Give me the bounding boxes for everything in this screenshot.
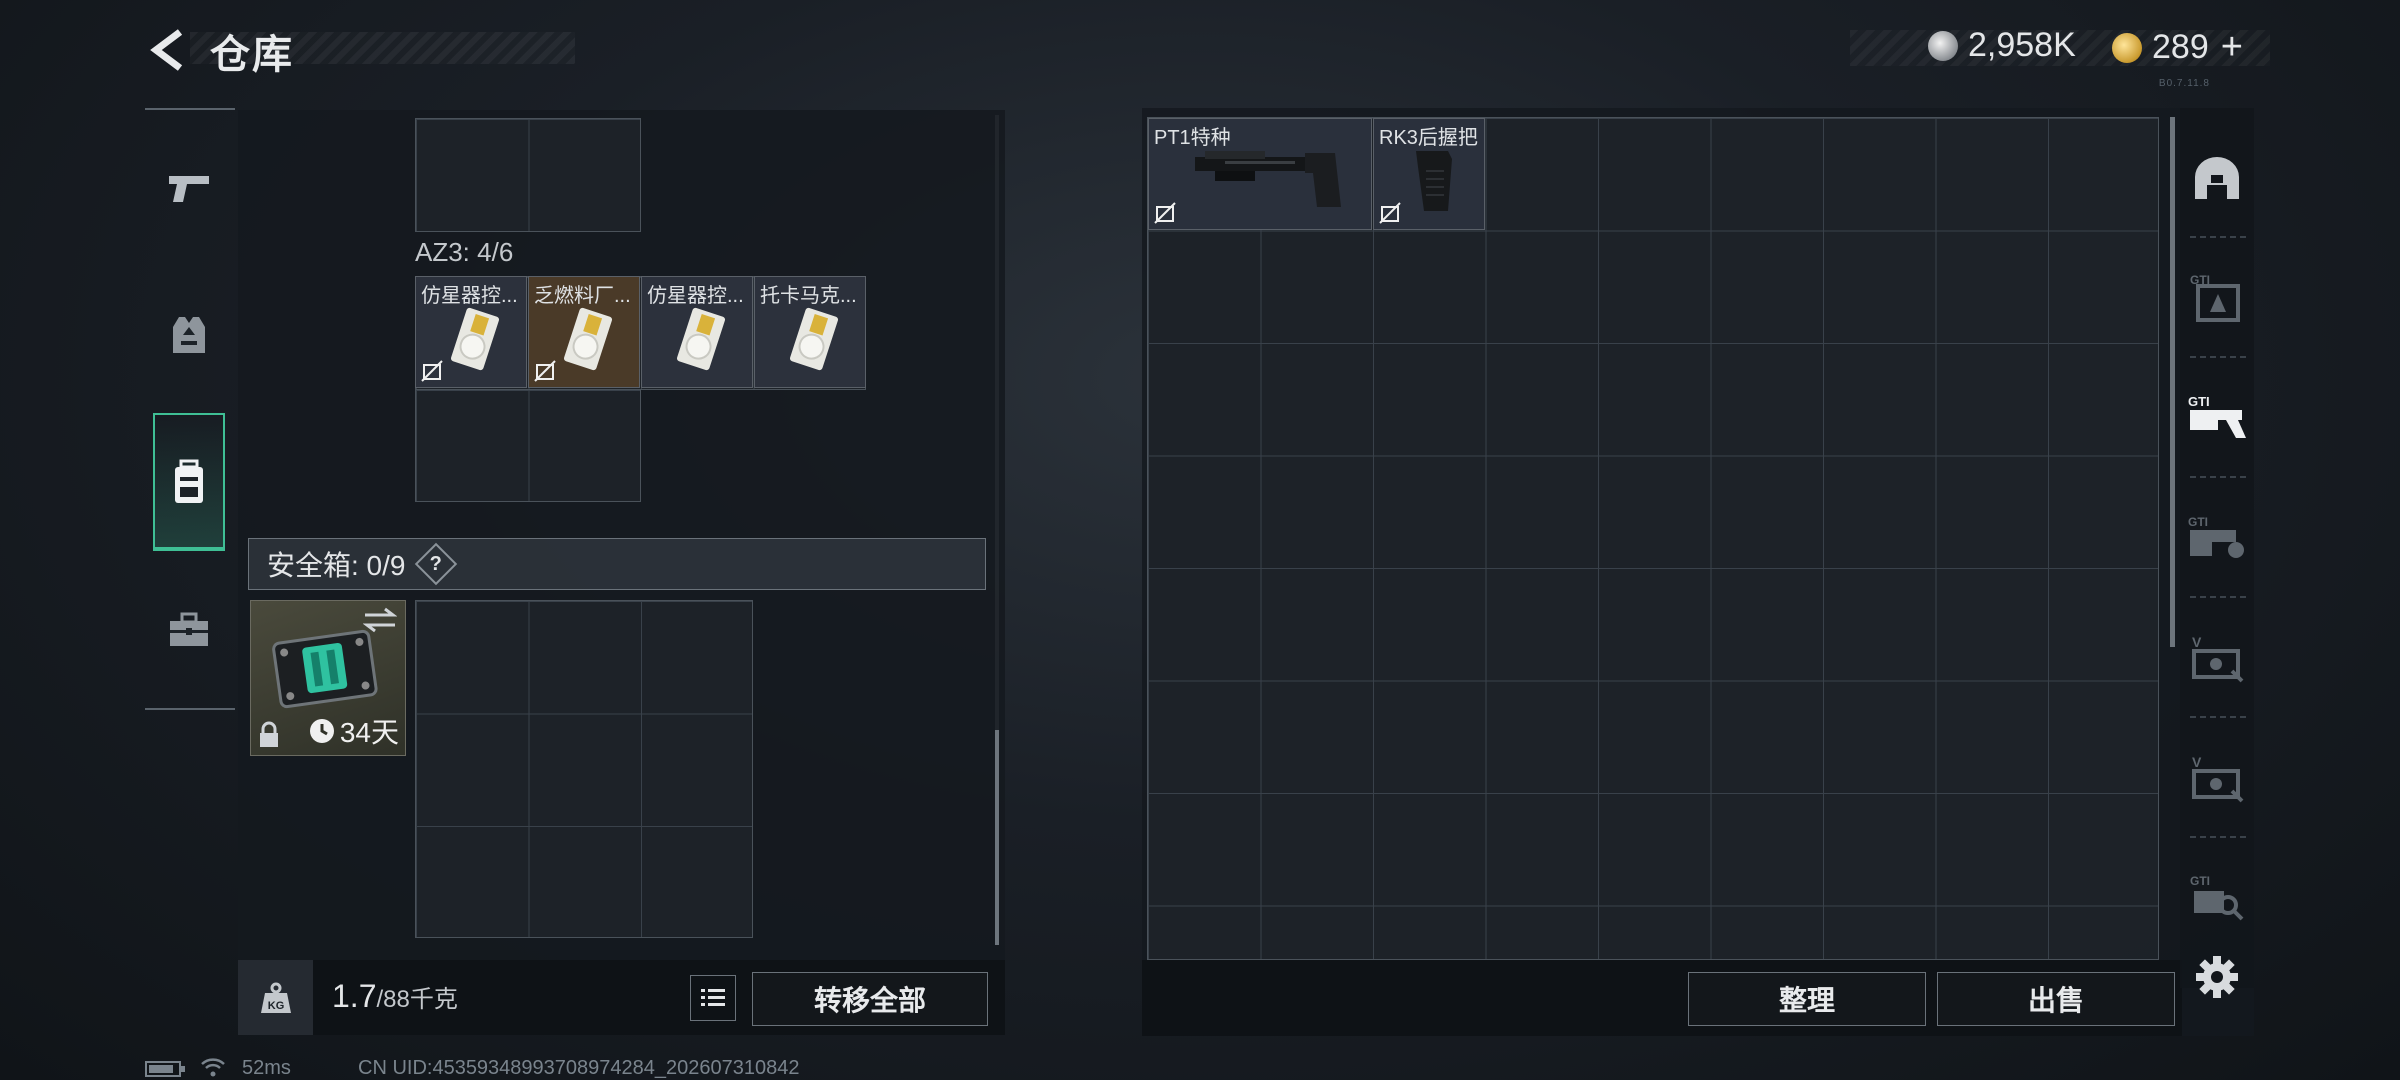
nav-case[interactable] [153, 580, 225, 680]
safe-box-duration: 34天 [308, 711, 399, 751]
rifle-stock-icon [1195, 151, 1341, 207]
gold-currency: 289 + [2112, 26, 2243, 69]
nav-weapons[interactable] [153, 138, 225, 238]
svg-text:GTI: GTI [2188, 515, 2208, 529]
weight-icon: KG [260, 982, 291, 1013]
safe-box-item[interactable]: 34天 [250, 600, 406, 756]
gti-ammo-icon: GTI [2188, 515, 2244, 558]
v-medical-icon: V [2192, 754, 2244, 803]
silver-amount: 2,958K [1968, 26, 2076, 64]
gold-amount: 289 [2152, 28, 2209, 66]
item-name: RK3后握把 [1379, 127, 1478, 149]
inventory-item-2[interactable]: 乏燃料厂... [528, 276, 640, 388]
keycard-icon [563, 307, 613, 371]
nav-divider-bottom [145, 708, 235, 710]
transfer-all-button[interactable]: 转移全部 [752, 972, 988, 1026]
svg-text:GTI: GTI [2190, 874, 2210, 888]
backpack-icon [175, 459, 203, 503]
vest-icon [173, 317, 205, 353]
gear-icon [2196, 956, 2238, 998]
swap-icon[interactable] [363, 607, 397, 633]
keycard-icon [676, 307, 726, 371]
svg-text:GTI: GTI [2188, 394, 2210, 409]
inventory-scrollbar[interactable] [995, 730, 999, 945]
gold-coin-icon [2112, 32, 2142, 63]
container-capacity-label: AZ3: 4/6 [415, 237, 514, 267]
stash-scrollbar[interactable] [2170, 117, 2175, 647]
add-currency-button[interactable]: + [2221, 26, 2243, 69]
inventory-item-1[interactable]: 仿星器控... [415, 276, 527, 388]
briefcase-icon [170, 612, 208, 646]
filter-v-medical[interactable]: V [2180, 718, 2254, 838]
stash-item-1[interactable]: PT1特种 [1148, 118, 1372, 230]
no-trade-icon [1379, 202, 1401, 224]
weight-max: /88千克 [376, 986, 458, 1013]
keycard-icon [450, 307, 500, 371]
gti-armor-icon: GTI [2190, 273, 2240, 322]
page-title: 仓库 [210, 33, 294, 77]
weight-readout: 1.7/88千克 [332, 978, 458, 1015]
nav-backpack[interactable] [153, 413, 225, 551]
az3-grid-row2[interactable] [415, 389, 641, 502]
silver-coin-icon [1928, 30, 1958, 61]
filter-gti-weapon[interactable]: GTI [2180, 358, 2254, 478]
safe-box-grid[interactable] [415, 600, 753, 938]
weight-current: 1.7 [332, 978, 377, 1014]
clock-icon [309, 719, 334, 743]
v-equipment-icon: V [2192, 634, 2244, 683]
ping-readout: 52ms [242, 1057, 291, 1079]
filter-gti-tools[interactable]: GTI [2180, 838, 2254, 958]
sell-button[interactable]: 出售 [1937, 972, 2175, 1026]
stash-item-2[interactable]: RK3后握把 [1373, 118, 1485, 230]
safe-box-help-button[interactable]: ? [415, 542, 458, 586]
helmet-icon [2195, 157, 2239, 199]
filter-v-equipment[interactable]: V [2180, 598, 2254, 718]
nav-armor[interactable] [153, 285, 225, 385]
container-grid-top[interactable] [415, 118, 641, 232]
safe-box-header: 安全箱: 0/9 ? [248, 538, 986, 590]
wifi-icon [201, 1058, 225, 1077]
list-view-button[interactable] [690, 975, 736, 1021]
settings-button[interactable] [2192, 952, 2242, 1002]
rear-grip-icon [1416, 151, 1452, 211]
battery-icon [145, 1061, 185, 1077]
pistol-icon [169, 176, 209, 202]
back-arrow-icon [150, 29, 183, 71]
svg-text:KG: KG [267, 1000, 284, 1012]
gti-weapon-icon: GTI [2188, 394, 2246, 438]
filter-helmet[interactable] [2180, 118, 2254, 238]
days-left: 34天 [339, 717, 399, 748]
svg-text:V: V [2192, 754, 2202, 770]
keycard-icon [789, 307, 839, 371]
filter-gti-armor[interactable]: GTI [2180, 238, 2254, 358]
no-trade-icon [1154, 202, 1176, 224]
filter-gti-ammo[interactable]: GTI [2180, 478, 2254, 598]
gti-tools-icon: GTI [2190, 874, 2244, 921]
inventory-item-3[interactable]: 仿星器控... [641, 276, 753, 388]
sort-button[interactable]: 整理 [1688, 972, 1926, 1026]
lock-icon [260, 721, 278, 747]
uid-readout: CN UID:45359348993708974284_202607310842 [358, 1057, 800, 1079]
weight-indicator: KG [238, 960, 313, 1035]
safe-box-capacity: 安全箱: 0/9 [267, 550, 406, 581]
list-icon [701, 989, 725, 1006]
stash-grid[interactable] [1147, 117, 2159, 960]
no-trade-icon [421, 360, 443, 382]
svg-text:V: V [2192, 634, 2202, 650]
help-icon: ? [430, 552, 443, 575]
no-trade-icon [534, 360, 556, 382]
inventory-item-4[interactable]: 托卡马克... [754, 276, 866, 388]
version-label: B0.7.11.8 [2158, 78, 2210, 89]
nav-divider-top [145, 108, 235, 110]
silver-currency: 2,958K [1928, 26, 2076, 65]
back-button[interactable] [140, 20, 196, 80]
